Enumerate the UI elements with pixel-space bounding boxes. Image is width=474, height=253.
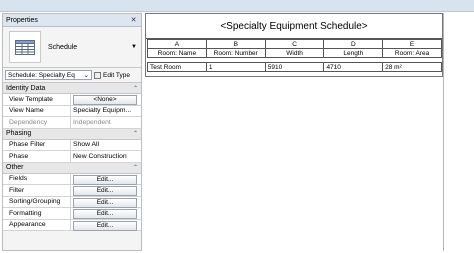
schedule-title: <Specialty Equipment Schedule> (146, 14, 442, 39)
table-cell[interactable]: E (382, 39, 442, 49)
type-name: Schedule (48, 43, 78, 51)
table-cell[interactable]: Room: Area (382, 48, 442, 58)
edit-type-icon (94, 71, 101, 79)
collapse-chevron-icon[interactable]: ⌃ (133, 85, 138, 92)
property-row: View Template <None> (3, 94, 141, 106)
instance-selector[interactable]: Schedule: Specialty Eq ⌄ (5, 70, 92, 80)
property-group-header[interactable]: Identity Data ⌃ (3, 83, 141, 94)
property-group-header[interactable]: Phasing ⌃ (3, 128, 141, 140)
view-boundary (443, 13, 444, 251)
property-name: Fields (3, 173, 71, 184)
properties-palette: Properties ✕ Schedule ▼ Schedule: Specia… (2, 13, 142, 251)
property-group-label: Identity Data (6, 84, 46, 92)
table-cell[interactable]: 5910 (264, 62, 325, 72)
property-edit-button[interactable]: Edit... (73, 186, 137, 196)
property-name: Dependency (3, 117, 71, 128)
column-header-row: Room: Name Room: Number Width Length Room: A… (147, 48, 442, 58)
property-value[interactable]: Specialty Equipm... (71, 106, 141, 117)
collapse-chevron-icon[interactable]: ⌃ (133, 164, 138, 171)
chevron-down-icon[interactable]: ▼ (131, 44, 137, 50)
close-icon[interactable]: ✕ (129, 16, 138, 25)
type-selector[interactable]: Schedule ▼ (3, 27, 141, 68)
table-cell[interactable]: Test Room (147, 62, 207, 72)
collapse-chevron-icon[interactable]: ⌃ (133, 130, 138, 137)
table-cell[interactable]: B (205, 39, 266, 49)
property-row: Sorting/Grouping Edit... (3, 196, 141, 208)
schedule-table: A B C D E Room: Name Room: Number Width Length Ro… (147, 39, 442, 72)
property-name: View Template (3, 94, 71, 105)
table-cell[interactable]: Room: Name (147, 48, 207, 58)
property-row: Appearance Edit... (3, 219, 141, 231)
table-cell[interactable]: 28 m² (382, 62, 442, 72)
property-group-label: Phasing (6, 130, 32, 137)
edit-type-button[interactable]: Edit Type (94, 71, 130, 79)
property-value[interactable]: Show All (71, 140, 141, 151)
property-groups: Identity Data ⌃ View Template <None> View Na… (3, 83, 141, 231)
instance-selector-label: Schedule: Specialty Eq (8, 71, 75, 79)
top-strip (0, 0, 474, 12)
property-edit-button[interactable]: Edit... (73, 220, 137, 231)
table-cell[interactable]: D (323, 39, 384, 49)
property-row: View Name Specialty Equipm... (3, 105, 141, 117)
property-edit-button[interactable]: <None> (73, 95, 137, 105)
property-edit-button[interactable]: Edit... (73, 197, 137, 208)
property-edit-button[interactable]: Edit... (73, 174, 137, 185)
property-edit-button[interactable]: Edit... (73, 209, 137, 219)
table-cell[interactable]: Room: Number (205, 48, 266, 58)
property-group-label: Other (6, 164, 24, 171)
property-name: Phase Filter (3, 139, 71, 150)
property-name: Formatting (3, 208, 71, 219)
property-value: Independent (73, 118, 111, 126)
table-cell[interactable]: 4710 (323, 62, 384, 72)
property-name: Appearance (3, 219, 71, 230)
property-row: Fields Edit... (3, 173, 141, 185)
property-row: Dependency Independent (3, 117, 141, 129)
table-cell[interactable]: Width (264, 48, 325, 58)
property-name: Sorting/Grouping (3, 196, 71, 207)
property-row: Phase New Construction (3, 151, 141, 163)
property-group-header[interactable]: Other ⌃ (3, 162, 141, 174)
properties-title: Properties (6, 16, 38, 24)
schedule-view: <Specialty Equipment Schedule> A B C D E Room… (145, 13, 443, 77)
chevron-down-icon: ⌄ (83, 72, 89, 79)
table-row: Test Room 1 5910 4710 28 m² (147, 62, 442, 72)
table-cell[interactable]: 1 (205, 62, 266, 72)
instance-row: Schedule: Specialty Eq ⌄ Edit Type (3, 68, 141, 83)
property-row: Formatting Edit... (3, 208, 141, 220)
property-name: View Name (3, 105, 71, 116)
property-name: Filter (3, 185, 71, 196)
table-cell[interactable]: Length (323, 48, 384, 58)
table-cell[interactable]: A (147, 39, 207, 49)
table-cell[interactable]: C (264, 39, 325, 49)
schedule-type-icon (9, 31, 41, 63)
property-value[interactable]: New Construction (71, 151, 141, 162)
edit-type-label: Edit Type (103, 71, 130, 79)
property-row: Phase Filter Show All (3, 139, 141, 151)
property-row: Filter Edit... (3, 185, 141, 197)
properties-titlebar: Properties ✕ (3, 14, 141, 27)
column-letter-row: ABCDE (147, 39, 442, 49)
property-name: Phase (3, 151, 71, 162)
